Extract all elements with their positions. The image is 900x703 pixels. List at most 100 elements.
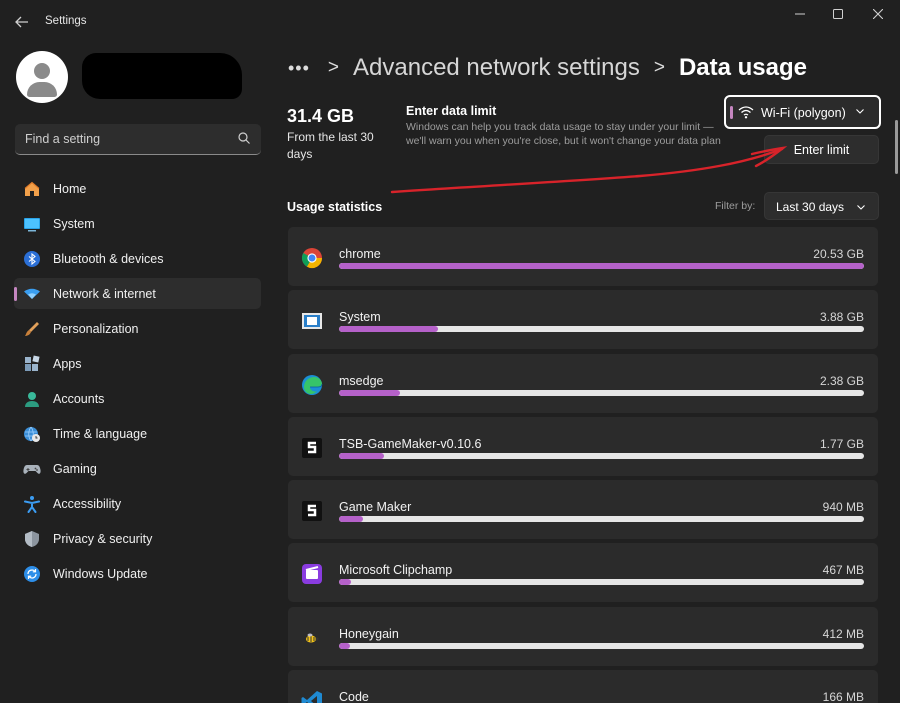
usage-bar-fill [339, 516, 363, 523]
close-button[interactable] [858, 0, 898, 28]
sidebar-item-windows-update[interactable]: Windows Update [14, 558, 261, 589]
app-usage-row[interactable]: Microsoft Clipchamp 467 MB [288, 543, 878, 603]
app-name: chrome [339, 247, 381, 261]
update-icon [24, 566, 40, 582]
usage-bar-fill [339, 389, 400, 396]
app-usage-row[interactable]: System 3.88 GB [288, 290, 878, 350]
app-usage-row[interactable]: TSB-GameMaker-v0.10.6 1.77 GB [288, 416, 878, 476]
breadcrumb-separator: > [327, 57, 340, 78]
clipchamp-icon [302, 564, 322, 585]
usage-bar [339, 452, 864, 459]
sidebar-item-label: Bluetooth & devices [53, 252, 164, 266]
app-name: System [339, 310, 381, 325]
sidebar-item-accounts[interactable]: Accounts [14, 383, 261, 414]
total-usage: 31.4 GB [287, 106, 355, 126]
app-title: Settings [45, 15, 87, 27]
usage-bar-fill [339, 579, 351, 586]
sidebar-item-personalization[interactable]: Personalization [14, 313, 261, 344]
maximize-icon [833, 9, 843, 19]
sidebar-item-apps[interactable]: Apps [14, 348, 261, 379]
breadcrumb: ••• > Advanced network settings > Data u… [288, 52, 807, 84]
app-usage-value: 467 MB [822, 563, 864, 578]
sidebar-item-time-language[interactable]: Time & language [14, 418, 261, 449]
app-usage-value: 3.88 GB [819, 310, 864, 325]
sidebar-item-label: Network & internet [53, 287, 156, 301]
avatar [16, 51, 68, 103]
app-usage-value: 1.77 GB [819, 436, 864, 451]
sidebar-item-label: Privacy & security [53, 532, 153, 546]
data-limit-title: Enter data limit [406, 104, 497, 118]
sidebar-item-privacy[interactable]: Privacy & security [14, 523, 261, 554]
sidebar-item-label: Time & language [53, 427, 148, 441]
sidebar-item-system[interactable]: System [14, 208, 261, 239]
enter-limit-button[interactable]: Enter limit [764, 135, 879, 164]
title-bar: Settings [0, 0, 900, 44]
sidebar: Find a setting Home System Bluetooth & d… [0, 44, 272, 703]
sidebar-item-home[interactable]: Home [14, 173, 261, 204]
app-usage-row[interactable]: msedge 2.38 GB [288, 353, 878, 413]
minimize-icon [795, 13, 805, 15]
back-button[interactable] [8, 8, 36, 36]
filter-select[interactable]: Last 30 days [764, 192, 879, 220]
user-profile[interactable] [16, 47, 266, 107]
search-input[interactable]: Find a setting [25, 132, 100, 146]
network-select-value: Wi-Fi (polygon) [761, 106, 846, 120]
filter-select-value: Last 30 days [776, 200, 845, 214]
app-usage-value: 20.53 GB [813, 247, 864, 261]
system-app-icon [302, 313, 322, 330]
app-usage-list: chrome 20.53 GB System 3.88 GB msedge 2.… [288, 227, 878, 703]
breadcrumb-overflow-button[interactable]: ••• [288, 58, 310, 79]
sidebar-item-label: System [53, 217, 95, 231]
maximize-button[interactable] [818, 0, 858, 28]
usage-bar [339, 642, 864, 649]
app-name: Honeygain [339, 626, 399, 641]
usage-bar-fill [339, 326, 439, 333]
filter-label: Filter by: [715, 200, 756, 212]
redacted-username [82, 53, 242, 99]
home-icon [24, 181, 40, 196]
search-box[interactable]: Find a setting [15, 124, 261, 155]
sidebar-item-label: Windows Update [53, 567, 148, 581]
chevron-down-icon [856, 109, 864, 114]
usage-bar [339, 263, 864, 269]
system-icon [24, 218, 40, 232]
breadcrumb-separator: > [653, 57, 665, 78]
app-usage-value: 2.38 GB [819, 373, 864, 388]
network-icon [24, 288, 40, 299]
app-name: Code [339, 690, 369, 703]
active-indicator [14, 287, 17, 301]
sidebar-item-network[interactable]: Network & internet [14, 278, 261, 309]
wifi-icon [738, 106, 754, 119]
app-usage-row[interactable]: chrome 20.53 GB [288, 227, 878, 286]
honeygain-icon [306, 633, 319, 643]
close-icon [873, 9, 883, 19]
app-usage-value: 166 MB [822, 690, 864, 703]
sidebar-item-label: Personalization [53, 322, 139, 336]
sidebar-item-accessibility[interactable]: Accessibility [14, 488, 261, 519]
sidebar-item-label: Accounts [53, 392, 105, 406]
sidebar-nav: Home System Bluetooth & devices Network … [14, 173, 261, 593]
data-limit-description: Windows can help you track data usage to… [406, 121, 721, 147]
breadcrumb-parent-link[interactable]: Advanced network settings [353, 54, 640, 82]
app-usage-row[interactable]: Honeygain 412 MB [288, 606, 878, 666]
usage-bar [339, 579, 864, 586]
app-usage-row[interactable]: Code 166 MB [288, 670, 878, 703]
sidebar-item-bluetooth[interactable]: Bluetooth & devices [14, 243, 261, 274]
sidebar-item-label: Accessibility [53, 497, 122, 511]
gamepad-icon [23, 465, 41, 474]
app-name: TSB-GameMaker-v0.10.6 [339, 436, 482, 451]
apps-icon [25, 355, 40, 371]
search-icon[interactable] [237, 131, 251, 145]
minimize-button[interactable] [780, 0, 820, 28]
brush-icon [25, 322, 39, 336]
network-select[interactable]: Wi-Fi (polygon) [724, 95, 881, 129]
page-title: Data usage [678, 54, 808, 81]
edge-icon [302, 374, 323, 395]
sidebar-item-gaming[interactable]: Gaming [14, 453, 261, 484]
usage-period: From the last 30 days [287, 130, 374, 161]
focus-indicator [730, 106, 733, 119]
app-name: msedge [339, 373, 384, 388]
globe-clock-icon [24, 426, 40, 442]
scrollbar-thumb[interactable] [895, 120, 898, 174]
app-usage-row[interactable]: Game Maker 940 MB [288, 480, 878, 540]
